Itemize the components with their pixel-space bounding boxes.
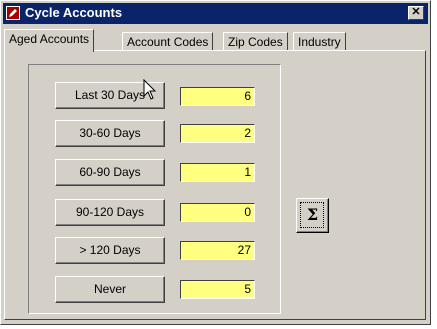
30-60-days-field[interactable]: 2: [180, 124, 255, 143]
tab-account-codes[interactable]: Account Codes: [122, 32, 214, 52]
tab-label: Zip Codes: [228, 35, 283, 49]
tab-industry[interactable]: Industry: [293, 32, 346, 52]
90-120-days-button[interactable]: 90-120 Days: [55, 199, 165, 226]
last-30-days-field[interactable]: 6: [180, 87, 255, 106]
pencil-icon: [6, 6, 20, 20]
60-90-days-field[interactable]: 1: [180, 163, 255, 182]
sum-button[interactable]: Σ: [296, 198, 329, 233]
never-field[interactable]: 5: [180, 280, 255, 299]
never-button[interactable]: Never: [55, 276, 165, 303]
60-90-days-button[interactable]: 60-90 Days: [55, 159, 165, 186]
tab-label: Industry: [298, 35, 341, 49]
title-bar[interactable]: Cycle Accounts ✕: [3, 3, 428, 24]
mouse-pointer-icon: [143, 79, 157, 100]
over-120-days-field[interactable]: 27: [180, 241, 255, 260]
90-120-days-field[interactable]: 0: [180, 203, 255, 222]
close-button[interactable]: ✕: [408, 6, 424, 20]
close-icon: ✕: [411, 6, 421, 18]
tab-label: Account Codes: [127, 35, 209, 49]
sigma-icon: Σ: [306, 205, 319, 224]
tab-aged-accounts[interactable]: Aged Accounts: [4, 29, 95, 52]
30-60-days-button[interactable]: 30-60 Days: [55, 120, 165, 147]
window-title: Cycle Accounts: [25, 5, 123, 20]
tab-zip-codes[interactable]: Zip Codes: [223, 32, 288, 52]
tab-label: Aged Accounts: [9, 32, 90, 46]
over-120-days-button[interactable]: > 120 Days: [55, 237, 165, 264]
